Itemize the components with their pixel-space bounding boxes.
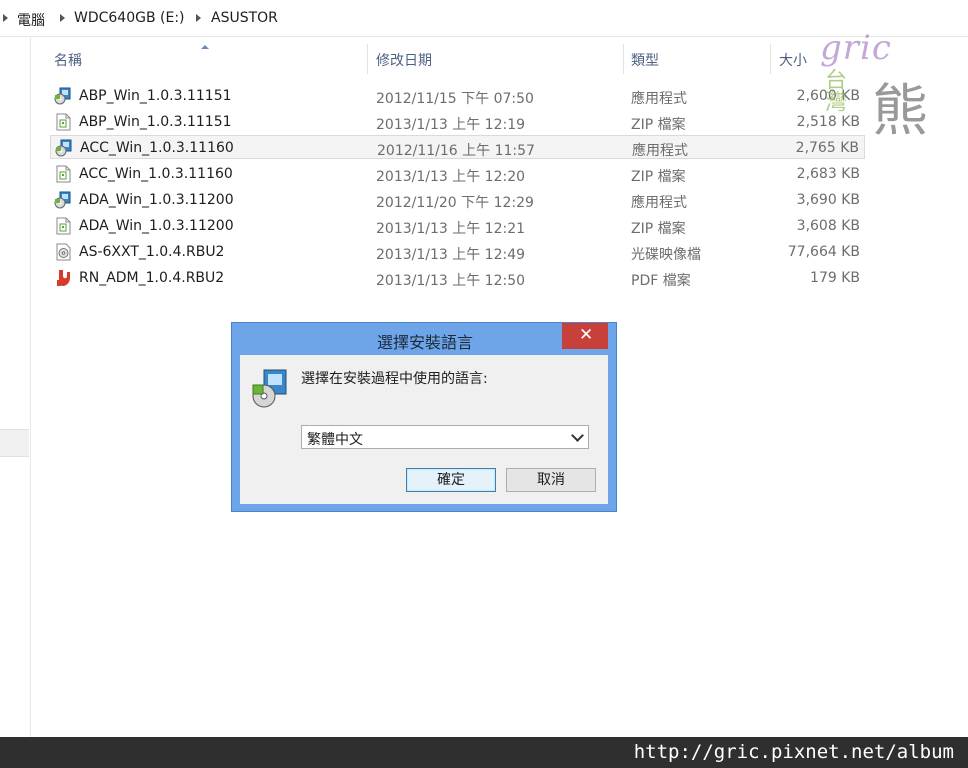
sort-ascending-icon [201, 45, 209, 49]
zip-file-icon [56, 113, 71, 131]
file-name: ABP_Win_1.0.3.11151 [79, 114, 232, 130]
file-name: ACC_Win_1.0.3.11160 [80, 140, 234, 156]
file-date: 2013/1/13 上午 12:49 [376, 247, 526, 263]
file-size: 3,608 KB [796, 218, 860, 234]
column-divider[interactable] [367, 44, 368, 74]
file-type: ZIP 檔案 [631, 221, 686, 237]
pdf-file-icon [57, 270, 70, 286]
file-row-selected[interactable]: ACC_Win_1.0.3.11160 2012/11/16 上午 11:57 … [50, 135, 865, 159]
chevron-down-icon[interactable] [571, 429, 584, 442]
file-name: AS-6XXT_1.0.4.RBU2 [79, 244, 225, 260]
column-header-date[interactable]: 修改日期 [376, 50, 432, 70]
language-select-value: 繁體中文 [307, 432, 363, 448]
navigation-pane-selected-item[interactable] [0, 429, 29, 457]
file-row[interactable]: ABP_Win_1.0.3.11151 2013/1/13 上午 12:19 Z… [50, 110, 865, 134]
file-type: 光碟映像檔 [631, 247, 701, 263]
file-row[interactable]: AS-6XXT_1.0.4.RBU2 2013/1/13 上午 12:49 光碟… [50, 240, 865, 264]
installer-icon [54, 87, 71, 105]
file-type: PDF 檔案 [631, 273, 691, 289]
file-size: 2,518 KB [796, 114, 860, 130]
column-divider[interactable] [770, 44, 771, 74]
file-row[interactable]: ADA_Win_1.0.3.11200 2012/11/20 下午 12:29 … [50, 188, 865, 212]
disc-image-icon [56, 243, 71, 261]
file-name: ACC_Win_1.0.3.11160 [79, 166, 233, 182]
file-date: 2013/1/13 上午 12:20 [376, 169, 526, 185]
file-name: ABP_Win_1.0.3.11151 [79, 88, 232, 104]
file-date: 2013/1/13 上午 12:19 [376, 117, 526, 133]
file-date: 2013/1/13 上午 12:50 [376, 273, 526, 289]
navigation-pane[interactable] [0, 37, 31, 737]
watermark-bear-logo: 熊 [872, 79, 928, 144]
file-date: 2012/11/16 上午 11:57 [377, 143, 535, 159]
close-icon: ✕ [579, 325, 594, 345]
file-type: ZIP 檔案 [631, 117, 686, 133]
installer-icon [54, 191, 71, 209]
file-size: 3,690 KB [796, 192, 860, 208]
dialog-title: 選擇安裝語言 [376, 333, 473, 352]
file-row[interactable]: RN_ADM_1.0.4.RBU2 2013/1/13 上午 12:50 PDF… [50, 266, 865, 290]
column-header-size[interactable]: 大小 [779, 50, 807, 70]
installer-icon [252, 369, 287, 408]
file-size: 179 KB [810, 270, 860, 286]
footer-bar: http://gric.pixnet.net/album [0, 737, 968, 768]
file-type: 應用程式 [631, 195, 687, 211]
installer-icon [55, 139, 72, 157]
file-row[interactable]: ABP_Win_1.0.3.11151 2012/11/15 下午 07:50 … [50, 84, 865, 108]
zip-file-icon [56, 217, 71, 235]
file-row[interactable]: ACC_Win_1.0.3.11160 2013/1/13 上午 12:20 Z… [50, 162, 865, 186]
column-header-type[interactable]: 類型 [631, 50, 659, 70]
file-size: 2,765 KB [795, 140, 859, 156]
file-type: 應用程式 [631, 91, 687, 107]
footer-url: http://gric.pixnet.net/album [633, 741, 954, 763]
file-date: 2012/11/20 下午 12:29 [376, 195, 534, 211]
dialog-close-button[interactable]: ✕ [562, 323, 608, 349]
dialog-prompt: 選擇在安裝過程中使用的語言: [301, 371, 488, 387]
file-name: ADA_Win_1.0.3.11200 [79, 192, 234, 208]
file-size: 77,664 KB [787, 244, 860, 260]
breadcrumb-chevron-icon[interactable] [60, 14, 65, 22]
file-row[interactable]: ADA_Win_1.0.3.11200 2013/1/13 上午 12:21 Z… [50, 214, 865, 238]
cancel-button[interactable]: 取消 [506, 468, 596, 492]
file-type: 應用程式 [632, 143, 688, 159]
breadcrumb-folder[interactable]: ASUSTOR [211, 10, 278, 26]
file-type: ZIP 檔案 [631, 169, 686, 185]
file-date: 2013/1/13 上午 12:21 [376, 221, 526, 237]
column-divider[interactable] [623, 44, 624, 74]
file-name: ADA_Win_1.0.3.11200 [79, 218, 234, 234]
breadcrumb-computer[interactable]: 電腦 [17, 10, 45, 30]
language-select[interactable]: 繁體中文 [301, 425, 589, 449]
ok-button[interactable]: 確定 [406, 468, 496, 492]
zip-file-icon [56, 165, 71, 183]
file-name: RN_ADM_1.0.4.RBU2 [79, 270, 225, 286]
file-size: 2,683 KB [796, 166, 860, 182]
watermark-gric-logo: gric [820, 28, 892, 68]
breadcrumb-chevron-icon[interactable] [3, 14, 8, 22]
breadcrumb-drive[interactable]: WDC640GB (E:) [74, 10, 185, 26]
column-header-name[interactable]: 名稱 [54, 50, 82, 70]
file-date: 2012/11/15 下午 07:50 [376, 91, 534, 107]
watermark-taiwan-logo: 台灣 [821, 68, 846, 112]
breadcrumb-chevron-icon[interactable] [196, 14, 201, 22]
select-language-dialog[interactable]: 選擇安裝語言 ✕ 選擇在安裝過程中使用的語言: 繁體中文 確定 取消 [231, 322, 617, 512]
